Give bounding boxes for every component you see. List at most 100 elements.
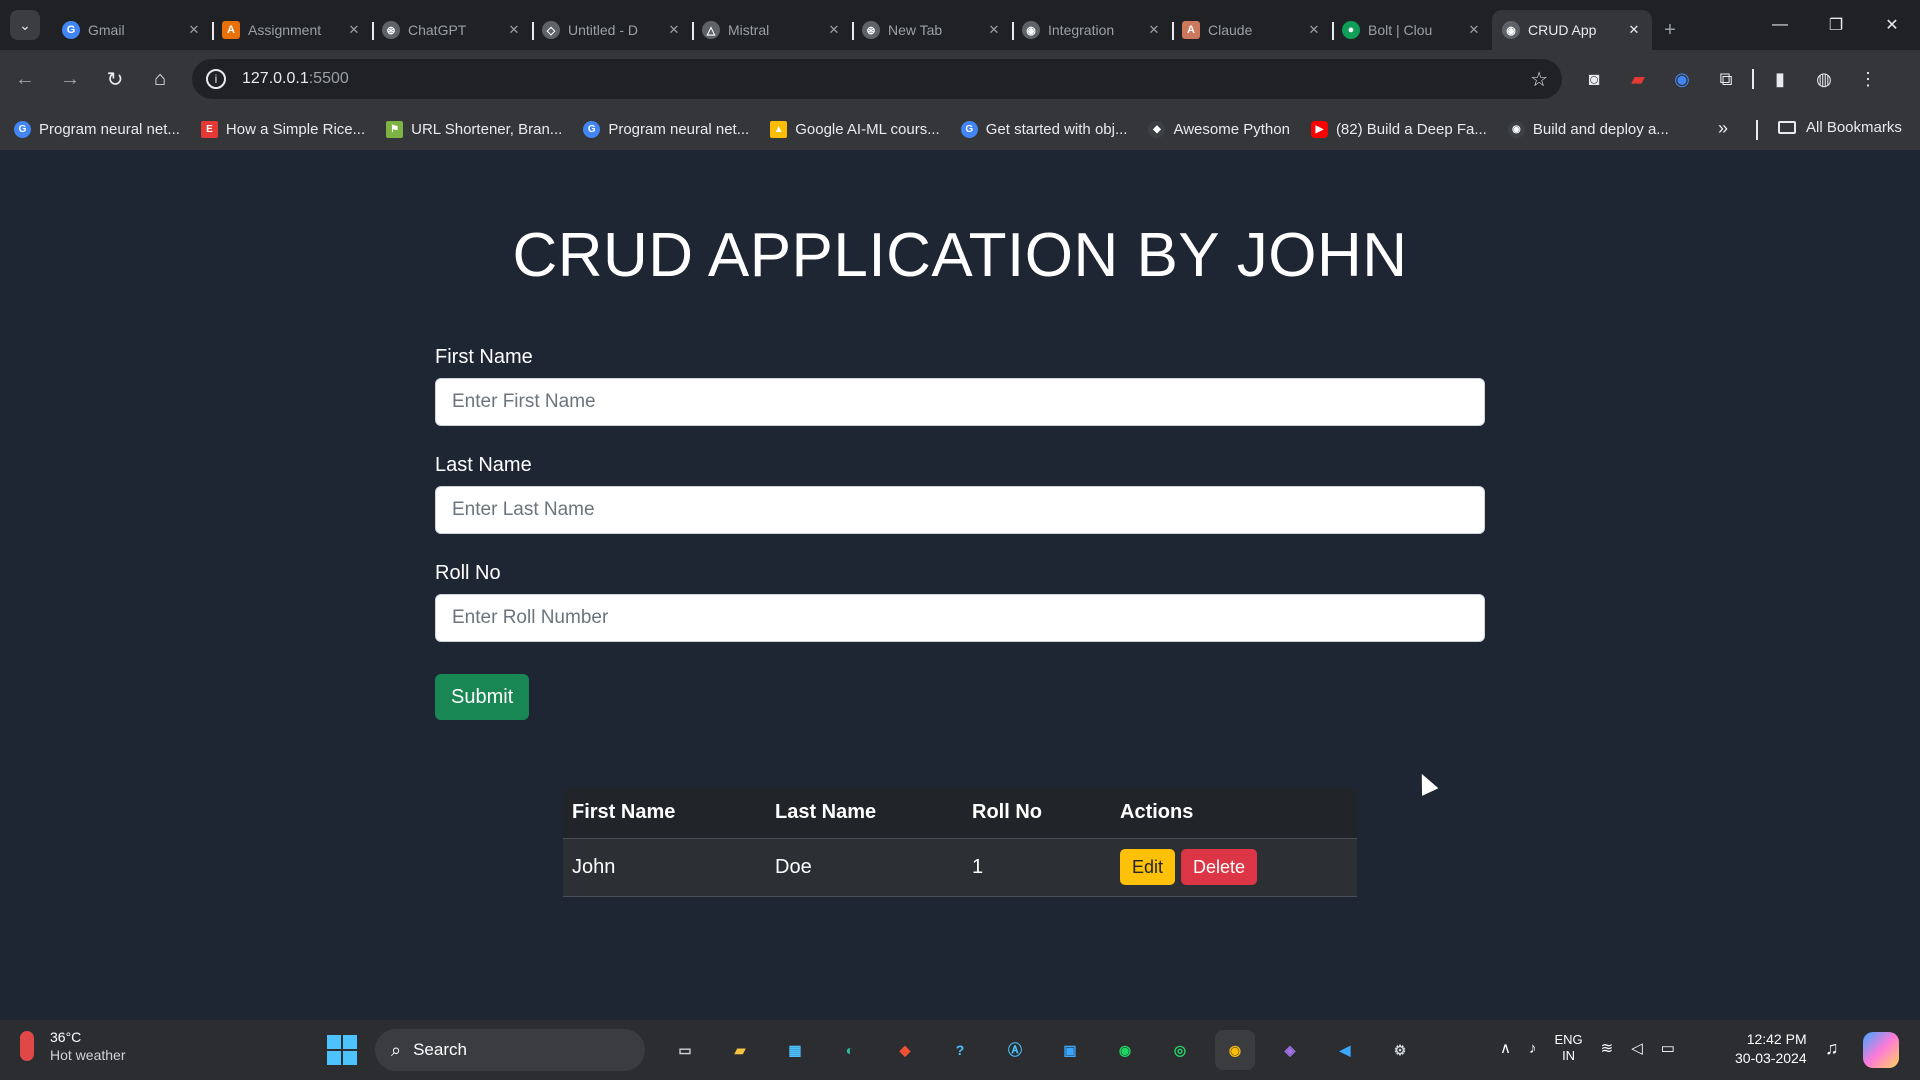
delete-button[interactable]: Delete bbox=[1181, 849, 1258, 885]
volume-icon[interactable]: ◁ bbox=[1631, 1039, 1643, 1057]
taskbar-search[interactable]: ⌕ Search bbox=[375, 1029, 645, 1071]
profile-avatar-icon[interactable]: ◍ bbox=[1806, 61, 1842, 97]
more-bookmarks-icon[interactable]: » bbox=[1718, 118, 1728, 139]
tab-bolt[interactable]: ● Bolt | Clou ✕ bbox=[1332, 10, 1492, 50]
url-text[interactable]: 127.0.0.1:5500 bbox=[242, 70, 349, 88]
tab-claude[interactable]: A Claude ✕ bbox=[1172, 10, 1332, 50]
close-icon[interactable]: ✕ bbox=[666, 22, 682, 38]
spotify-icon[interactable]: ◉ bbox=[1105, 1030, 1145, 1070]
cell-last-name: Doe bbox=[766, 838, 963, 897]
notes-app-icon[interactable]: ▣ bbox=[1050, 1030, 1090, 1070]
tab-new-tab[interactable]: ⊛ New Tab ✕ bbox=[852, 10, 1012, 50]
back-button[interactable]: ← bbox=[5, 59, 45, 99]
green-globe-icon: ● bbox=[1342, 21, 1360, 39]
extension-icons: ◙ ▰ ◉ ⧉ ▮ ◍ ⋮ bbox=[1576, 61, 1886, 97]
task-view-icon[interactable]: ▭ bbox=[665, 1030, 705, 1070]
close-icon[interactable]: ✕ bbox=[1626, 22, 1642, 38]
weather-widget[interactable]: 36°C Hot weather bbox=[20, 1028, 125, 1064]
home-icon: ⌂ bbox=[153, 67, 167, 90]
tab-crud-app[interactable]: ◉ CRUD App ✕ bbox=[1492, 10, 1652, 50]
blue-extension-icon[interactable]: ◉ bbox=[1664, 61, 1700, 97]
restore-button[interactable]: ❐ bbox=[1808, 0, 1864, 50]
chevron-up-icon[interactable]: ∧ bbox=[1500, 1039, 1511, 1057]
visual-studio-icon[interactable]: ◈ bbox=[1270, 1030, 1310, 1070]
tab-gmail[interactable]: G Gmail ✕ bbox=[52, 10, 212, 50]
home-button[interactable]: ⌂ bbox=[140, 59, 180, 99]
tab-assignment[interactable]: A Assignment ✕ bbox=[212, 10, 372, 50]
red-extension-icon[interactable]: ▰ bbox=[1620, 61, 1656, 97]
page-title: CRUD APPLICATION BY JOHN bbox=[512, 221, 1408, 290]
column-header-first-name: First Name bbox=[563, 788, 766, 839]
new-tab-button[interactable]: + bbox=[1652, 10, 1688, 50]
bookmark-item[interactable]: G Program neural net... bbox=[14, 120, 180, 138]
roll-no-input[interactable] bbox=[435, 594, 1485, 642]
close-icon[interactable]: ✕ bbox=[986, 22, 1002, 38]
bookmarks-divider bbox=[1756, 120, 1758, 140]
copilot-icon[interactable] bbox=[1863, 1032, 1899, 1068]
windows-start-icon[interactable] bbox=[327, 1035, 357, 1065]
battery-icon[interactable]: ▭ bbox=[1661, 1039, 1675, 1057]
file-explorer-icon[interactable]: ▰ bbox=[720, 1030, 760, 1070]
whatsapp-icon[interactable]: ◎ bbox=[1160, 1030, 1200, 1070]
address-bar[interactable]: i 127.0.0.1:5500 ☆ bbox=[192, 59, 1562, 99]
close-icon[interactable]: ✕ bbox=[1146, 22, 1162, 38]
wifi-icon[interactable]: ≋ bbox=[1601, 1039, 1614, 1057]
first-name-label: First Name bbox=[435, 346, 533, 368]
bookmark-star-icon[interactable]: ☆ bbox=[1530, 67, 1548, 92]
settings-gear-icon[interactable]: ⚙ bbox=[1380, 1030, 1420, 1070]
bookmark-item[interactable]: G Program neural net... bbox=[583, 120, 749, 138]
camera-extension-icon[interactable]: ◙ bbox=[1576, 61, 1612, 97]
bookmark-item[interactable]: E How a Simple Rice... bbox=[200, 120, 365, 138]
extensions-puzzle-icon[interactable]: ⧉ bbox=[1708, 61, 1744, 97]
minimize-button[interactable]: — bbox=[1752, 0, 1808, 50]
plus-icon: + bbox=[1664, 18, 1676, 41]
submit-button[interactable]: Submit bbox=[435, 674, 530, 720]
microsoft-store-icon[interactable]: ▦ bbox=[775, 1030, 815, 1070]
close-icon[interactable]: ✕ bbox=[1466, 22, 1482, 38]
first-name-input[interactable] bbox=[435, 378, 1485, 426]
close-icon[interactable]: ✕ bbox=[346, 22, 362, 38]
browser-toolbar: ← → ↻ ⌂ i 127.0.0.1:5500 ☆ ◙ ▰ ◉ ⧉ ▮ ◍ ⋮ bbox=[0, 50, 1920, 108]
graduation-cap-icon: ◆ bbox=[1148, 120, 1166, 138]
tab-integration[interactable]: ◉ Integration ✕ bbox=[1012, 10, 1172, 50]
edit-button[interactable]: Edit bbox=[1120, 849, 1176, 885]
more-menu-icon[interactable]: ⋮ bbox=[1850, 61, 1886, 97]
bookmark-item[interactable]: ◉ Build and deploy a... bbox=[1507, 120, 1669, 138]
flag-icon: ⚑ bbox=[386, 120, 404, 138]
help-icon[interactable]: ? bbox=[940, 1030, 980, 1070]
close-icon[interactable]: ✕ bbox=[826, 22, 842, 38]
vscode-icon[interactable]: ◀ bbox=[1325, 1030, 1365, 1070]
bookmark-item[interactable]: ▶ (82) Build a Deep Fa... bbox=[1310, 120, 1487, 138]
reload-button[interactable]: ↻ bbox=[95, 59, 135, 99]
edge-icon[interactable]: ◐ bbox=[830, 1030, 870, 1070]
git-icon[interactable]: ◆ bbox=[885, 1030, 925, 1070]
tab-chatgpt[interactable]: ⊛ ChatGPT ✕ bbox=[372, 10, 532, 50]
bookmark-item[interactable]: ⚑ URL Shortener, Bran... bbox=[386, 120, 562, 138]
last-name-input[interactable] bbox=[435, 486, 1485, 534]
tab-search-button[interactable]: ⌄ bbox=[10, 10, 40, 40]
bookmark-item[interactable]: ▲ Google AI-ML cours... bbox=[770, 120, 940, 138]
tab-docs[interactable]: ◇ Untitled - D ✕ bbox=[532, 10, 692, 50]
taskbar: 36°C Hot weather ⌕ Search ▭ ▰ ▦ ◐ ◆ ? Ⓐ ▣… bbox=[0, 1020, 1920, 1080]
all-bookmarks-button[interactable]: All Bookmarks bbox=[1778, 119, 1902, 136]
column-header-roll-no: Roll No bbox=[963, 788, 1111, 839]
table-header-row: First Name Last Name Roll No Actions bbox=[563, 788, 1357, 839]
close-icon[interactable]: ✕ bbox=[506, 22, 522, 38]
language-indicator[interactable]: ENG IN bbox=[1554, 1032, 1582, 1064]
close-icon[interactable]: ✕ bbox=[186, 22, 202, 38]
side-panel-icon[interactable]: ▮ bbox=[1762, 61, 1798, 97]
bookmark-item[interactable]: ◆ Awesome Python bbox=[1148, 120, 1290, 138]
site-info-icon[interactable]: i bbox=[206, 69, 226, 89]
app-store-icon[interactable]: Ⓐ bbox=[995, 1030, 1035, 1070]
taskbar-apps: ▭ ▰ ▦ ◐ ◆ ? Ⓐ ▣ ◉ ◎ ◉ ◈ ◀ ⚙ bbox=[665, 1030, 1420, 1070]
microphone-icon[interactable]: ♪ bbox=[1529, 1040, 1537, 1057]
chrome-icon[interactable]: ◉ bbox=[1215, 1030, 1255, 1070]
tab-mistral[interactable]: △ Mistral ✕ bbox=[692, 10, 852, 50]
bookmark-item[interactable]: G Get started with obj... bbox=[960, 120, 1127, 138]
globe-icon: ◉ bbox=[1022, 21, 1040, 39]
close-icon[interactable]: ✕ bbox=[1306, 22, 1322, 38]
close-window-button[interactable]: ✕ bbox=[1864, 0, 1920, 50]
notification-bell-icon[interactable]: ♫ bbox=[1825, 1038, 1839, 1059]
system-clock[interactable]: 12:42 PM 30-03-2024 bbox=[1735, 1030, 1807, 1068]
forward-button[interactable]: → bbox=[50, 59, 90, 99]
